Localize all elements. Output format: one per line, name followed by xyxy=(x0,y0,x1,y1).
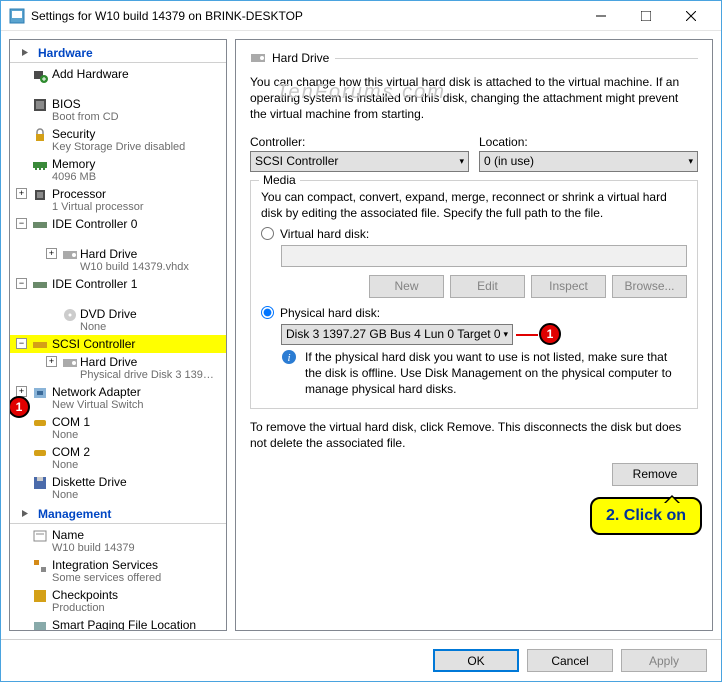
physical-disk-info: If the physical hard disk you want to us… xyxy=(305,349,687,398)
diskette-icon xyxy=(32,475,48,491)
tree-network[interactable]: + Network Adapter New Virtual Switch xyxy=(10,383,226,413)
detail-pane: Hard Drive You can change how this virtu… xyxy=(235,39,713,631)
controller-label: Controller: xyxy=(250,135,469,149)
tree-diskette[interactable]: Diskette Drive None xyxy=(10,473,226,503)
svg-text:i: i xyxy=(287,352,290,364)
tree-ide0[interactable]: − IDE Controller 0 xyxy=(10,215,226,245)
media-legend: Media xyxy=(259,173,300,187)
bios-icon xyxy=(32,97,48,113)
location-label: Location: xyxy=(479,135,698,149)
add-hardware-icon xyxy=(32,67,48,83)
expand-icon[interactable]: + xyxy=(46,356,57,367)
tree-bios[interactable]: BIOS Boot from CD xyxy=(10,95,226,125)
browse-button[interactable]: Browse... xyxy=(612,275,687,298)
tree-com1[interactable]: COM 1 None xyxy=(10,413,226,443)
tree-add-hardware[interactable]: Add Hardware xyxy=(10,65,226,95)
memory-icon xyxy=(32,157,48,173)
new-button[interactable]: New xyxy=(369,275,444,298)
apply-button[interactable]: Apply xyxy=(621,649,707,672)
settings-window: TenForums.com Settings for W10 build 143… xyxy=(0,0,722,682)
edit-button[interactable]: Edit xyxy=(450,275,525,298)
tree-ide1-dvd[interactable]: DVD Drive None xyxy=(10,305,226,335)
collapse-icon[interactable]: − xyxy=(16,218,27,229)
network-icon xyxy=(32,385,48,401)
location-select[interactable]: 0 (in use)▾ xyxy=(479,151,698,172)
info-icon: i xyxy=(281,349,297,365)
controller-select[interactable]: SCSI Controller▾ xyxy=(250,151,469,172)
tree-memory[interactable]: Memory 4096 MB xyxy=(10,155,226,185)
security-icon xyxy=(32,127,48,143)
collapse-icon[interactable] xyxy=(20,508,31,519)
com-port-icon xyxy=(32,415,48,431)
tree-scsi-harddrive[interactable]: + Hard Drive Physical drive Disk 3 1397.… xyxy=(10,353,226,383)
tree-com2[interactable]: COM 2 None xyxy=(10,443,226,473)
inspect-button[interactable]: Inspect xyxy=(531,275,606,298)
annotation-badge-1b: 1 xyxy=(539,323,561,345)
expand-icon[interactable]: + xyxy=(46,248,57,259)
harddrive-icon xyxy=(62,355,78,371)
chevron-down-icon: ▾ xyxy=(688,156,693,167)
tree-name[interactable]: Name W10 build 14379 xyxy=(10,526,226,556)
physical-disk-select[interactable]: Disk 3 1397.27 GB Bus 4 Lun 0 Target 0▾ xyxy=(281,324,513,345)
remove-button[interactable]: Remove xyxy=(612,463,698,486)
hardware-section-header[interactable]: Hardware xyxy=(10,42,226,63)
tree-ide1[interactable]: − IDE Controller 1 xyxy=(10,275,226,305)
tree-security[interactable]: Security Key Storage Drive disabled xyxy=(10,125,226,155)
processor-icon xyxy=(32,187,48,203)
ok-button[interactable]: OK xyxy=(433,649,519,672)
remove-description: To remove the virtual hard disk, click R… xyxy=(250,419,698,451)
tree-integration[interactable]: Integration Services Some services offer… xyxy=(10,556,226,586)
com-port-icon xyxy=(32,445,48,461)
chevron-down-icon: ▾ xyxy=(459,156,464,167)
tree-checkpoints[interactable]: Checkpoints Production xyxy=(10,586,226,616)
settings-tree[interactable]: 1 Hardware Add Hardware BIOS Boot from C… xyxy=(9,39,227,631)
tree-processor[interactable]: + Processor 1 Virtual processor xyxy=(10,185,226,215)
dvd-icon xyxy=(62,307,78,323)
tree-scsi[interactable]: − SCSI Controller xyxy=(10,335,226,353)
expand-icon[interactable]: + xyxy=(16,188,27,199)
maximize-button[interactable] xyxy=(623,1,668,31)
media-fieldset: Media You can compact, convert, expand, … xyxy=(250,180,698,409)
checkpoints-icon xyxy=(32,588,48,604)
controller-icon xyxy=(32,217,48,233)
collapse-icon[interactable]: − xyxy=(16,278,27,289)
close-button[interactable] xyxy=(668,1,713,31)
minimize-button[interactable] xyxy=(578,1,623,31)
cancel-button[interactable]: Cancel xyxy=(527,649,613,672)
name-icon xyxy=(32,528,48,544)
annotation-callout: 2. Click on xyxy=(590,497,702,535)
harddrive-icon xyxy=(250,50,266,66)
scsi-icon xyxy=(32,337,48,353)
paging-icon xyxy=(32,618,48,631)
detail-title: Hard Drive xyxy=(272,51,329,65)
chevron-down-icon: ▾ xyxy=(503,329,508,340)
tree-ide0-harddrive[interactable]: + Hard Drive W10 build 14379.vhdx xyxy=(10,245,226,275)
titlebar[interactable]: Settings for W10 build 14379 on BRINK-DE… xyxy=(1,1,721,31)
hyperv-icon xyxy=(9,8,25,24)
vhd-path-input[interactable] xyxy=(281,245,687,267)
window-title: Settings for W10 build 14379 on BRINK-DE… xyxy=(31,9,578,23)
vhd-radio[interactable]: Virtual hard disk: xyxy=(261,227,687,241)
collapse-icon[interactable]: − xyxy=(16,338,27,349)
controller-icon xyxy=(32,277,48,293)
detail-description: You can change how this virtual hard dis… xyxy=(250,74,698,123)
dialog-footer: OK Cancel Apply xyxy=(1,639,721,681)
physical-radio[interactable]: Physical hard disk: xyxy=(261,306,687,320)
integration-icon xyxy=(32,558,48,574)
annotation-badge-1: 1 xyxy=(9,396,30,418)
annotation-line xyxy=(516,334,538,336)
management-section-header[interactable]: Management xyxy=(10,503,226,524)
media-description: You can compact, convert, expand, merge,… xyxy=(261,189,687,221)
collapse-icon[interactable] xyxy=(20,47,31,58)
tree-smart-paging[interactable]: Smart Paging File Location xyxy=(10,616,226,631)
harddrive-icon xyxy=(62,247,78,263)
